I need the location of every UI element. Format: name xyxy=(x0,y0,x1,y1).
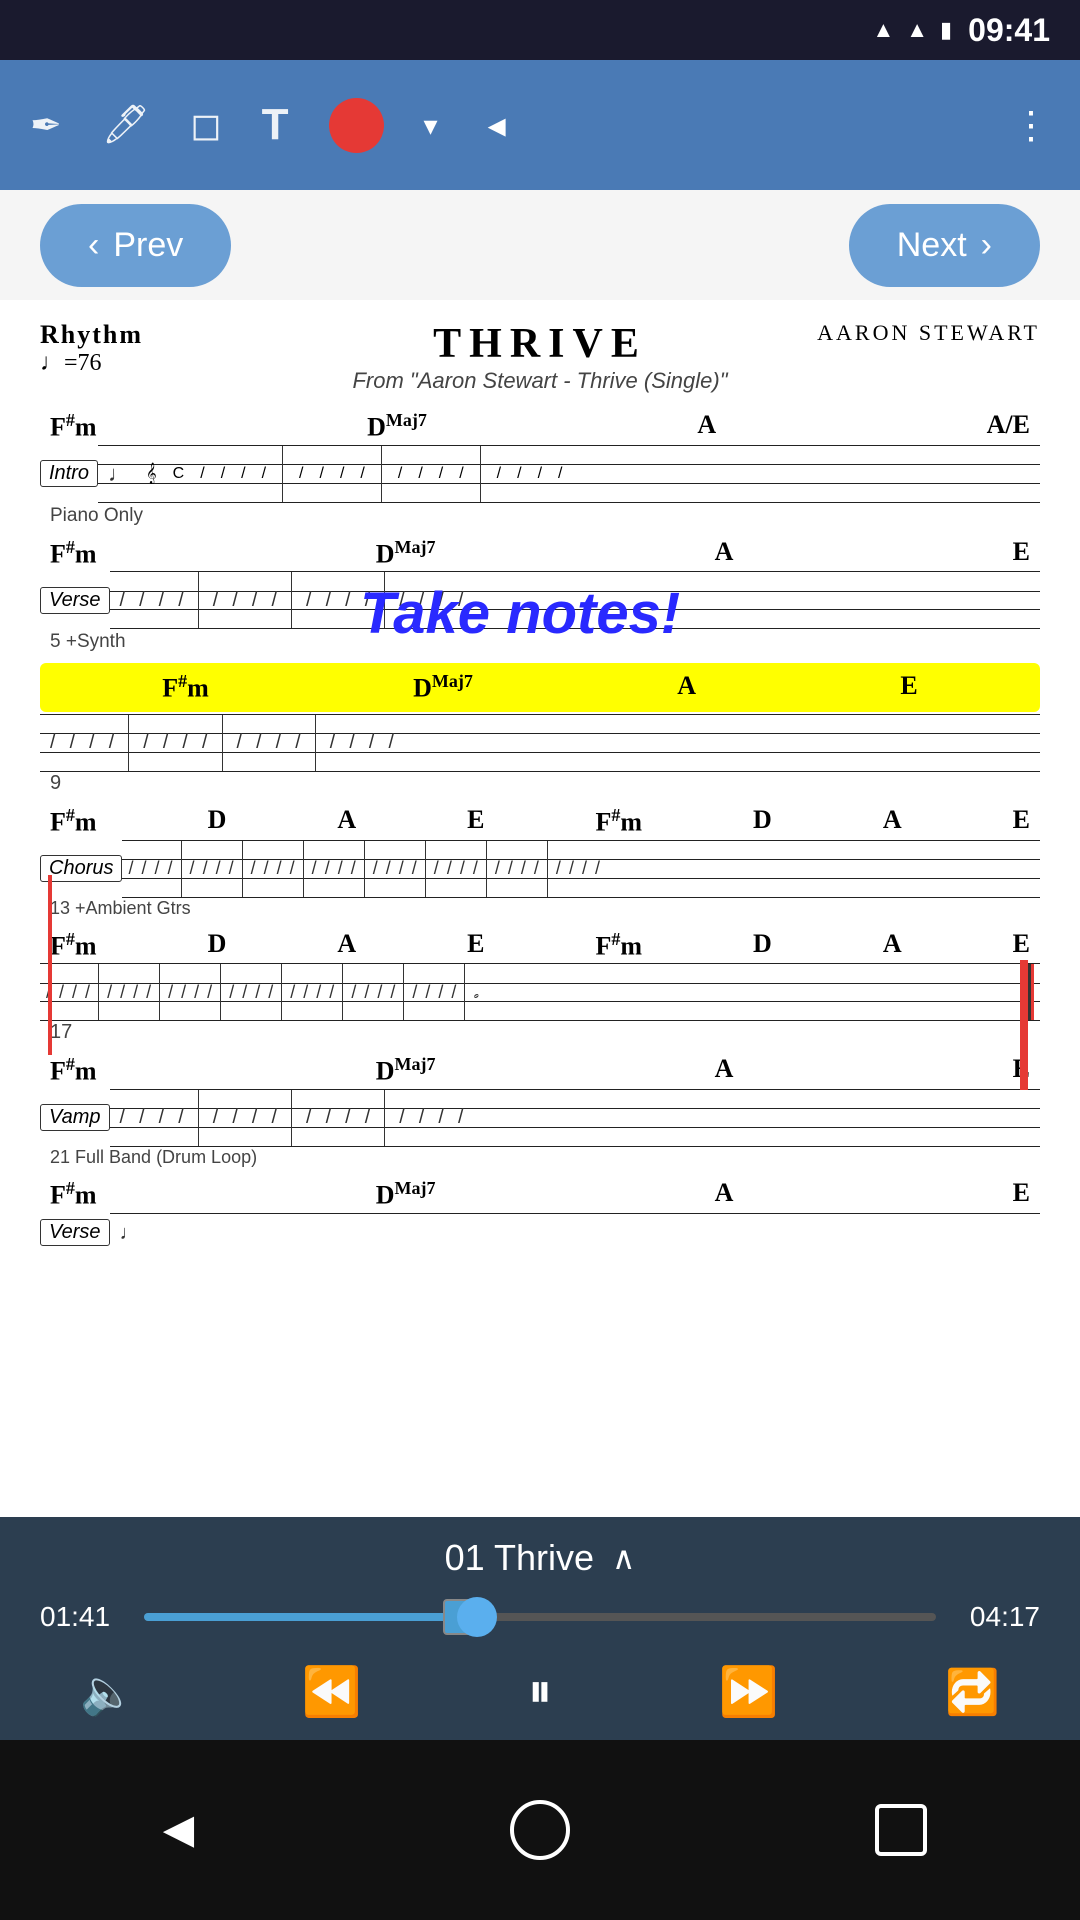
section-verse2: F#m DMaj7 A E Verse ♩ xyxy=(40,1178,1040,1253)
staff-chorus: Chorus //// //// //// //// //// //// xyxy=(40,840,1040,898)
section-intro: F#m DMaj7 A A/E Intro ♩ 𝄞 C / xyxy=(40,410,1040,527)
progress-thumb-inner xyxy=(457,1597,497,1637)
staff-verse2: Verse ♩ xyxy=(40,1213,1040,1253)
text-tool-icon[interactable]: T xyxy=(262,100,289,150)
next-label: Next xyxy=(897,226,967,265)
pause-button[interactable]: ⏸ xyxy=(528,1664,552,1720)
chord-row-chorus1: F#m D A E F#m D A E xyxy=(40,805,1040,838)
section-highlighted: F#m DMaj7 A E //// //// //// //// 9 xyxy=(40,663,1040,795)
chord-row-verse2: F#m DMaj7 A E xyxy=(40,1178,1040,1211)
chord-row-vamp: F#m DMaj7 A E xyxy=(40,1054,1040,1087)
sheet-music-area: Rhythm ♩=76 THRIVE From "Aaron Stewart -… xyxy=(0,300,1080,1300)
highlighter-tool-icon[interactable]: 🖊 xyxy=(102,103,150,147)
verse2-section-label: Verse xyxy=(40,1219,110,1246)
next-button[interactable]: Next › xyxy=(849,204,1040,287)
eraser-tool-icon[interactable]: ◻ xyxy=(190,103,222,148)
home-nav-button[interactable] xyxy=(510,1800,570,1860)
signal-icon: ▲ xyxy=(906,17,928,43)
verse-section-label: Verse xyxy=(40,587,110,614)
staff-highlighted: //// //// //// //// xyxy=(40,714,1040,772)
progress-fill xyxy=(144,1613,461,1621)
volume-button[interactable]: 🔈 xyxy=(80,1666,135,1718)
wifi-icon: ▲ xyxy=(872,17,894,43)
measure-9-number: 9 xyxy=(40,772,1040,795)
prev-chevron-icon: ‹ xyxy=(88,226,99,265)
toolbar: ✒ 🖊 ◻ T ▾ ◂ ⋮ xyxy=(0,60,1080,190)
chord-row-17: F#m D A E F#m D A E xyxy=(40,929,1040,962)
player-bar: 01 Thrive ∧ 01:41 04:17 🔈 ⏪ ⏸ ⏩ 🔁 xyxy=(0,1517,1080,1740)
staff-vamp: Vamp //// //// //// //// xyxy=(40,1089,1040,1147)
total-time: 04:17 xyxy=(960,1601,1040,1633)
section-measure17: F#m D A E F#m D A E //// //// //// //// … xyxy=(40,929,1040,1045)
red-annotation-line-right2 xyxy=(1020,960,1024,1090)
status-bar: ▲ ▲ ▮ 09:41 xyxy=(0,0,1080,60)
highlight-chord-row: F#m DMaj7 A E xyxy=(40,663,1040,712)
section-vamp: F#m DMaj7 A E Vamp //// //// //// //// xyxy=(40,1054,1040,1168)
back-nav-button[interactable]: ◄ xyxy=(153,1800,204,1860)
current-time: 01:41 xyxy=(40,1601,120,1633)
red-annotation-line-right xyxy=(1024,960,1028,1090)
player-title-row: 01 Thrive ∧ xyxy=(40,1537,1040,1579)
intro-note: Piano Only xyxy=(40,505,1040,527)
rhythm-label: Rhythm ♩=76 xyxy=(40,320,143,377)
red-annotation-line-left xyxy=(48,875,52,1055)
vamp-note: 21 Full Band (Drum Loop) xyxy=(40,1147,1040,1168)
sheet-subtitle: From "Aaron Stewart - Thrive (Single)" xyxy=(40,368,1040,394)
chord-a: A xyxy=(697,410,716,443)
staff-intro: Intro ♩ 𝄞 C / / / / xyxy=(40,445,1040,503)
chord-dmaj7: DMaj7 xyxy=(367,410,427,443)
prev-label: Prev xyxy=(113,226,183,265)
vamp-section-label: Vamp xyxy=(40,1104,110,1131)
chord-ae: A/E xyxy=(987,410,1030,443)
recents-nav-button[interactable] xyxy=(875,1804,927,1856)
section-chorus: F#m D A E F#m D A E Chorus //// //// ///… xyxy=(40,805,1040,919)
prev-button[interactable]: ‹ Prev xyxy=(40,204,231,287)
chord-fsharp-m: F#m xyxy=(50,410,97,443)
pen-tool-icon[interactable]: ✒ xyxy=(30,103,62,148)
status-time: 09:41 xyxy=(968,12,1050,49)
measure-17-number: 17 xyxy=(40,1021,1040,1044)
progress-bar[interactable] xyxy=(144,1613,936,1621)
take-notes-annotation: Take notes! xyxy=(360,580,680,647)
sheet-composer: Aaron Stewart xyxy=(817,320,1040,346)
volume-icon[interactable]: ◂ xyxy=(488,104,506,146)
player-expand-icon[interactable]: ∧ xyxy=(612,1539,635,1577)
rewind-button[interactable]: ⏪ xyxy=(302,1663,362,1720)
more-options-icon[interactable]: ⋮ xyxy=(1012,103,1050,148)
chorus-note: 13 +Ambient Gtrs xyxy=(40,898,1040,919)
fast-forward-button[interactable]: ⏩ xyxy=(719,1663,779,1720)
record-button[interactable] xyxy=(329,98,384,153)
navigation-row: ‹ Prev Next › xyxy=(0,190,1080,300)
progress-row: 01:41 04:17 xyxy=(40,1601,1040,1633)
intro-section-label: Intro xyxy=(40,460,98,487)
bottom-nav: ◄ xyxy=(0,1740,1080,1920)
battery-icon: ▮ xyxy=(940,17,952,43)
dropdown-arrow-icon[interactable]: ▾ xyxy=(424,109,438,142)
staff-measure17: //// //// //// //// //// //// //// 𝅗 xyxy=(40,963,1040,1021)
chord-row-intro: F#m DMaj7 A A/E xyxy=(40,410,1040,443)
clef-symbol: ♩ xyxy=(108,461,130,487)
chord-row-verse1: F#m DMaj7 A E xyxy=(40,537,1040,570)
chorus-section-label: Chorus xyxy=(40,855,122,882)
player-track-name: 01 Thrive xyxy=(445,1537,594,1579)
progress-thumb[interactable] xyxy=(443,1599,479,1635)
next-chevron-icon: › xyxy=(981,226,992,265)
repeat-button[interactable]: 🔁 xyxy=(945,1666,1000,1718)
status-icons: ▲ ▲ ▮ xyxy=(872,17,952,43)
player-controls: 🔈 ⏪ ⏸ ⏩ 🔁 xyxy=(40,1663,1040,1720)
